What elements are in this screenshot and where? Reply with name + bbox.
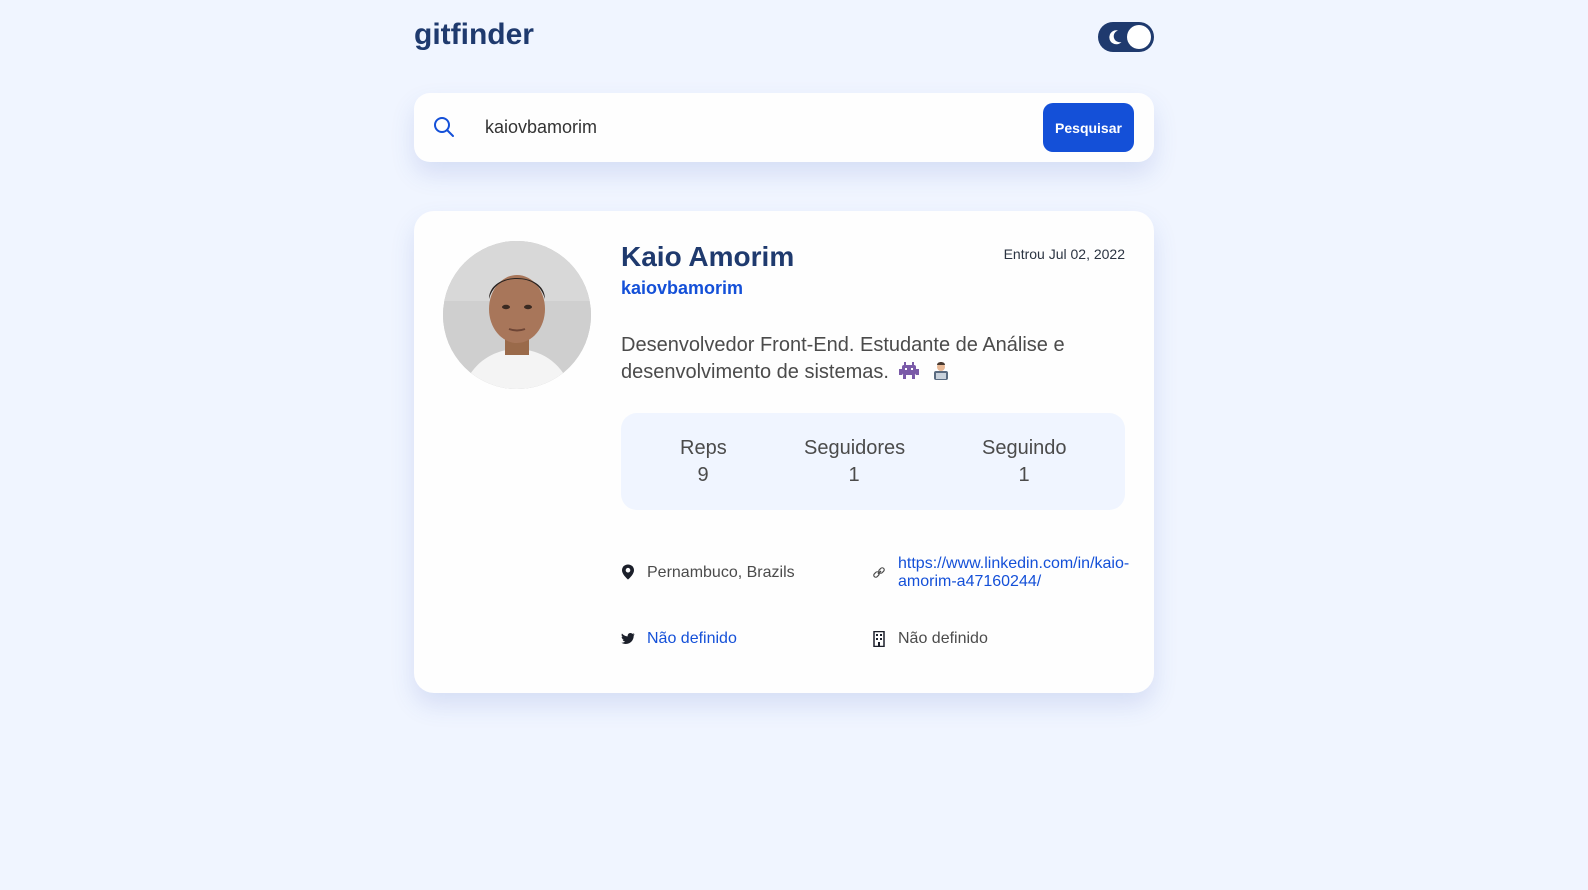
twitter-text[interactable]: Não definido (647, 630, 737, 648)
stat-value: 9 (697, 464, 709, 486)
info-twitter[interactable]: Não definido (621, 629, 851, 649)
technologist-emoji (934, 362, 949, 380)
stat-label: Seguindo (982, 437, 1067, 459)
twitter-icon (621, 632, 635, 644)
stat-value: 1 (848, 464, 860, 486)
building-icon (873, 631, 885, 647)
toggle-knob (1127, 25, 1151, 49)
search-button[interactable]: Pesquisar (1043, 103, 1134, 152)
stat-followers: Seguidores 1 (804, 437, 906, 487)
search-bar: Pesquisar (414, 93, 1154, 162)
avatar-photo (443, 241, 591, 389)
profile-bio: Desenvolvedor Front-End. Estudante de An… (621, 332, 1091, 386)
link-icon (873, 567, 885, 578)
joined-date: Entrou Jul 02, 2022 (1003, 246, 1125, 262)
info-company: Não definido (872, 629, 1125, 649)
logo: gitfinder (414, 18, 534, 51)
location-pin-icon (622, 564, 634, 580)
info-location: Pernambuco, Brazils (621, 563, 851, 583)
search-icon (434, 117, 454, 137)
stat-label: Seguidores (804, 437, 906, 459)
alien-monster-emoji (899, 362, 920, 379)
stat-value: 1 (1018, 464, 1030, 486)
stats-panel: Reps 9 Seguidores 1 Seguindo 1 (621, 413, 1125, 510)
stat-label: Reps (680, 437, 727, 459)
theme-toggle[interactable] (1098, 22, 1154, 52)
app: gitfinder Pesquisar (414, 0, 1154, 693)
profile-card: Kaio Amorim Entrou Jul 02, 2022 kaiovbam… (414, 211, 1154, 693)
profile-name: Kaio Amorim (621, 241, 795, 272)
info-blog[interactable]: https://www.linkedin.com/in/kaio-amorim-… (872, 555, 1129, 595)
location-text: Pernambuco, Brazils (647, 564, 795, 581)
profile-login[interactable]: kaiovbamorim (621, 278, 743, 299)
bio-text: Desenvolvedor Front-End. Estudante de An… (621, 334, 1065, 383)
company-text: Não definido (898, 630, 988, 647)
stat-repos: Reps 9 (680, 437, 727, 487)
avatar (443, 241, 591, 389)
search-input[interactable] (474, 107, 1034, 147)
stat-following: Seguindo 1 (982, 437, 1067, 487)
header: gitfinder (414, 0, 1154, 74)
blog-link[interactable]: https://www.linkedin.com/in/kaio-amorim-… (898, 555, 1130, 591)
moon-icon (1109, 30, 1122, 45)
